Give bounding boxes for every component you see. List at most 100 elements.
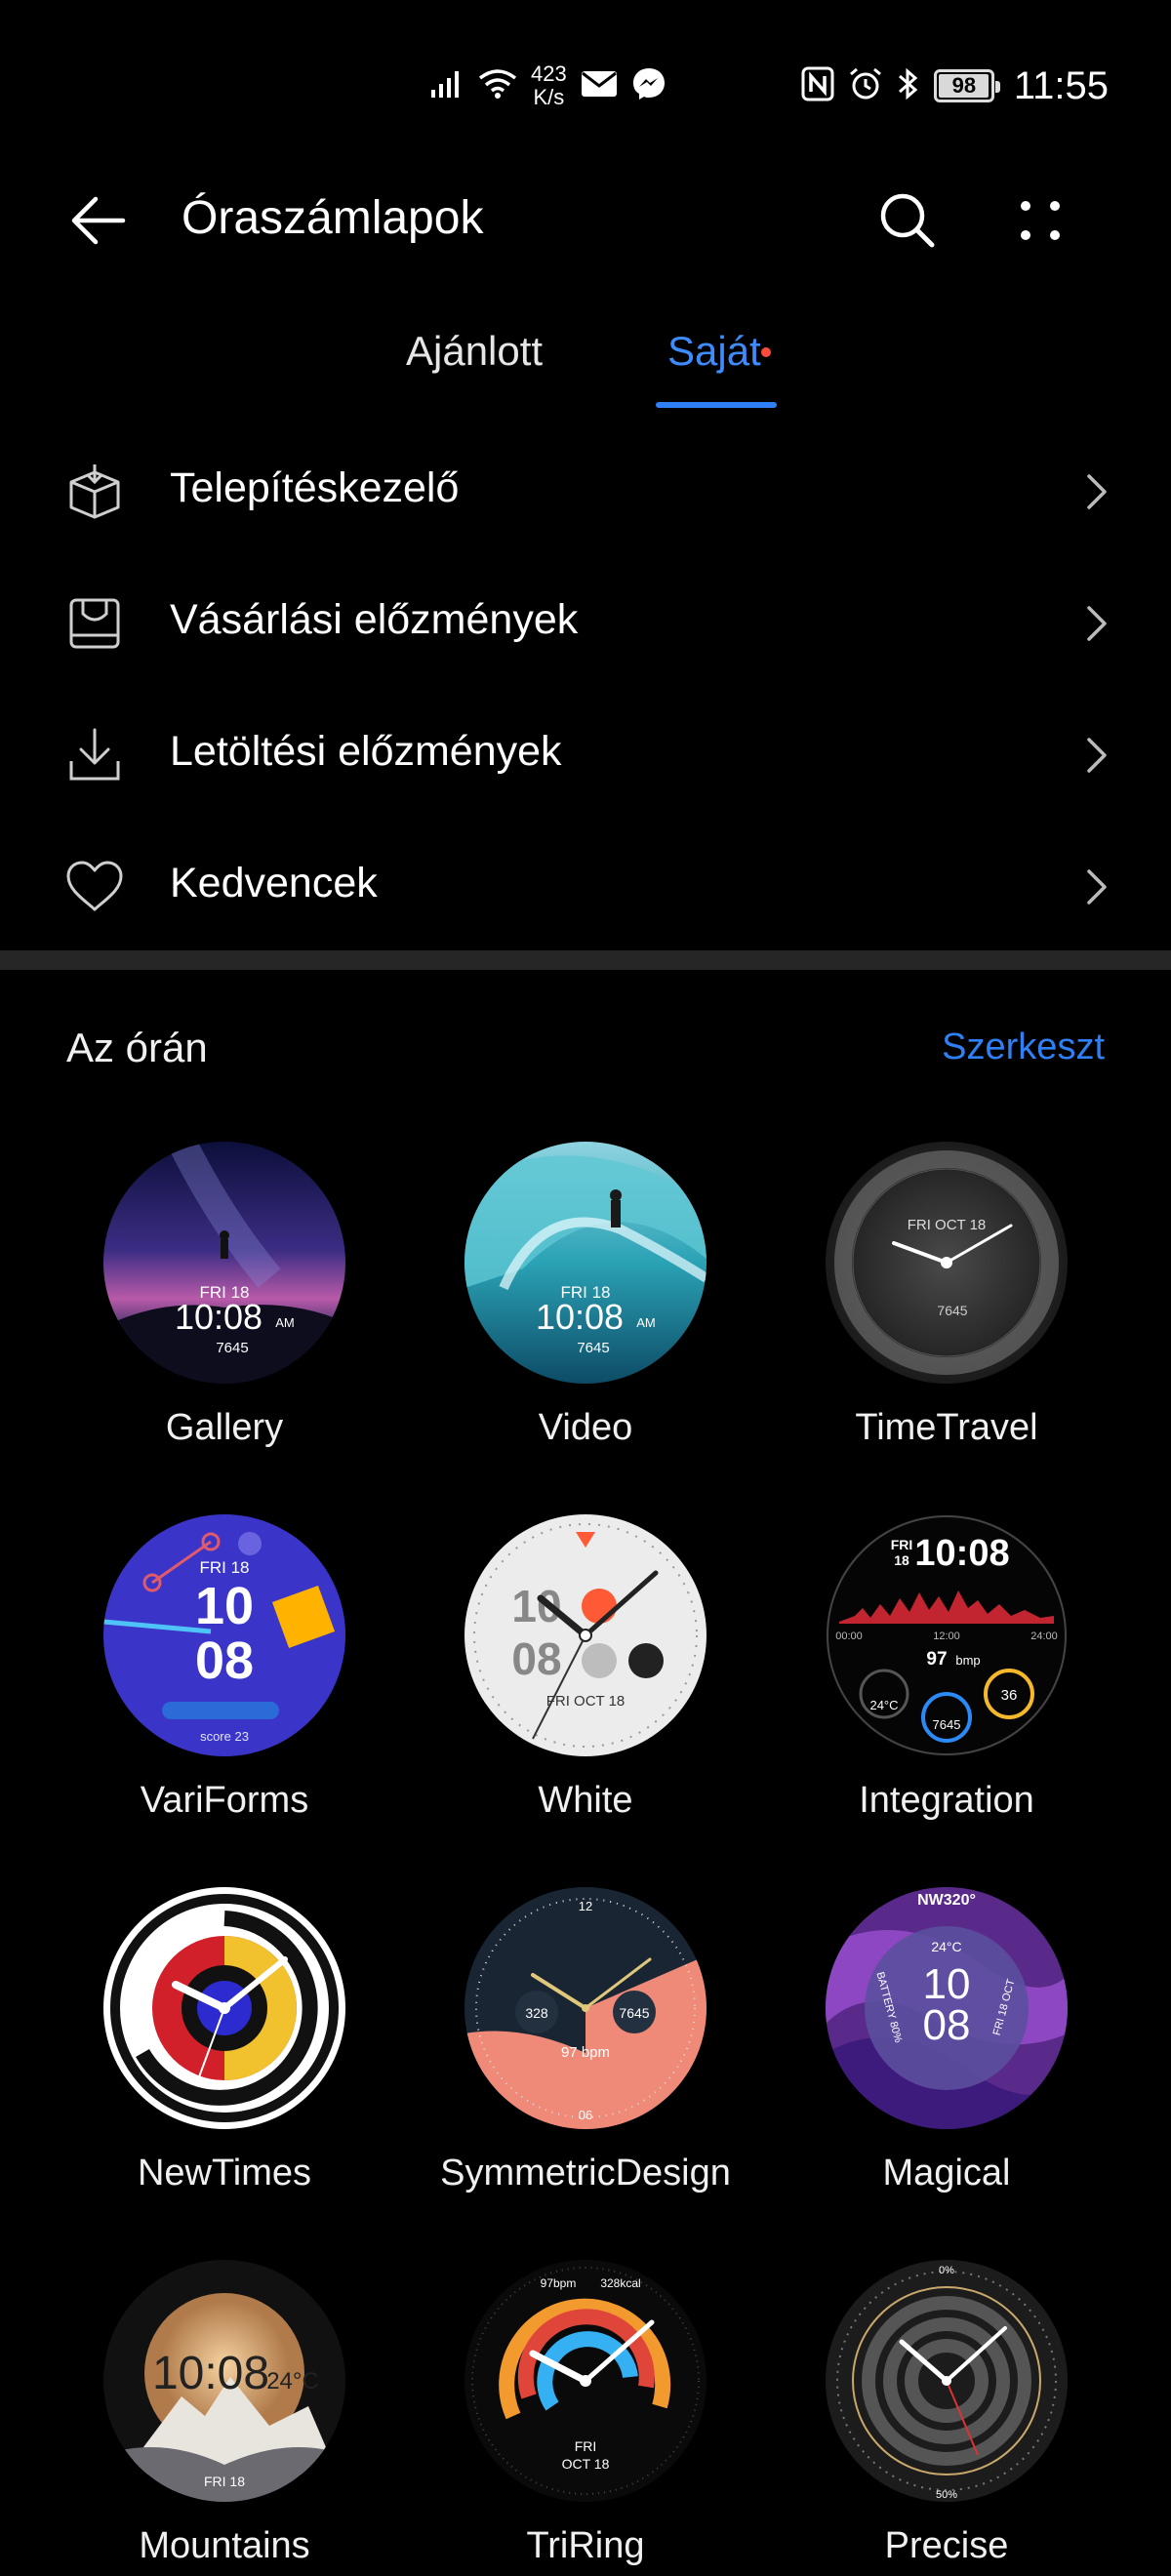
edit-button[interactable]: Szerkeszt	[942, 1026, 1105, 1068]
face-minute-text: 08	[923, 2001, 971, 2049]
watch-face-name: TimeTravel	[855, 1407, 1038, 1448]
status-bar: 423 K/s 98 11:55	[0, 0, 1171, 172]
active-tab-indicator	[656, 402, 777, 408]
watch-face-newtimes[interactable]: NewTimes	[78, 1887, 371, 2219]
menu-item-download-history[interactable]: Letöltési előzmények	[0, 689, 1171, 821]
chevron-right-icon	[1077, 600, 1116, 647]
face-number-text: 36	[1001, 1687, 1018, 1704]
face-bpm-text: 97bpm	[541, 2276, 577, 2290]
tab-recommended[interactable]: Ajánlott	[406, 328, 543, 406]
face-right-value: 7645	[619, 2005, 649, 2021]
watch-face-name: NewTimes	[137, 2153, 312, 2194]
watch-face-variforms[interactable]: FRI 18 10 08 score 23 VariForms	[78, 1514, 371, 1846]
face-time-text: 10:08	[152, 2348, 269, 2399]
face-left-value: 328	[525, 2005, 548, 2021]
back-button[interactable]	[61, 183, 135, 258]
face-steps-text: 7645	[933, 1717, 961, 1732]
watch-face-magical[interactable]: NW320° 24°C 10 08 BATTERY 80% FRI 18 OCT…	[800, 1887, 1093, 2219]
watch-face-triring[interactable]: 97bpm 328kcal FRI OCT 18 TriRing	[439, 2260, 732, 2576]
watch-face-name: Integration	[859, 1780, 1034, 1821]
battery-level-text: 98	[951, 73, 977, 98]
battery-indicator: 98	[933, 69, 1000, 102]
page-title: Óraszámlapok	[182, 192, 484, 244]
face-bpm-unit: bmp	[955, 1653, 980, 1668]
menu-item-install-manager[interactable]: Telepítéskezelő	[0, 425, 1171, 557]
app-header: Óraszámlapok	[0, 172, 1171, 265]
face-axis-start: 00:00	[835, 1630, 863, 1642]
watch-face-name: SymmetricDesign	[440, 2153, 731, 2194]
watch-face-thumbnail: 10 08 FRI OCT 18	[464, 1514, 707, 1756]
menu-label: Letöltési előzmények	[170, 728, 562, 775]
face-day-text: FRI 18	[199, 1558, 249, 1577]
watch-face-thumbnail: FRI 18 10:08 00:00 12:00 24:00 97 bmp 24…	[826, 1514, 1068, 1756]
face-bottom-percent: 50%	[936, 2489, 957, 2501]
watch-face-name: Video	[538, 1407, 633, 1448]
watch-face-thumbnail: FRI 18 10:08 AM 7645	[103, 1142, 345, 1384]
watch-face-timetravel[interactable]: FRI OCT 18 7645 TimeTravel	[800, 1142, 1093, 1473]
menu-list: Telepítéskezelő Vásárlási előzmények Let…	[0, 425, 1171, 952]
chevron-right-icon	[1077, 864, 1116, 910]
watch-face-precise[interactable]: 0% 50% Precise	[800, 2260, 1093, 2576]
status-left: 423 K/s	[429, 57, 666, 115]
face-bottom-numeral: 06	[579, 2108, 592, 2122]
watch-face-name: White	[538, 1780, 633, 1821]
mail-icon	[581, 69, 618, 103]
watch-face-thumbnail: FRI 18 10:08 AM 7645	[464, 1142, 707, 1384]
section-title-on-watch: Az órán	[66, 1025, 208, 1070]
face-axis-end: 24:00	[1030, 1630, 1058, 1642]
face-date-text: FRI OCT 18	[546, 1693, 626, 1710]
face-ampm-text: AM	[636, 1315, 656, 1330]
face-compass-text: NW320°	[917, 1892, 976, 1909]
status-right: 98 11:55	[801, 57, 1109, 115]
more-options-button[interactable]	[1001, 183, 1079, 258]
face-bpm-text: 97 bpm	[561, 2044, 610, 2061]
watch-face-gallery[interactable]: FRI 18 10:08 AM 7645 Gallery	[78, 1142, 371, 1473]
watch-face-thumbnail: 97bpm 328kcal FRI OCT 18	[464, 2260, 707, 2502]
face-hour-text: 10	[195, 1577, 254, 1635]
watch-face-integration[interactable]: FRI 18 10:08 00:00 12:00 24:00 97 bmp 24…	[800, 1514, 1093, 1846]
alarm-icon	[848, 66, 883, 106]
menu-label: Vásárlási előzmények	[170, 596, 579, 643]
watch-face-name: Mountains	[139, 2525, 310, 2566]
face-minute-text: 08	[195, 1631, 254, 1690]
face-time-text: 10:08	[914, 1533, 1009, 1574]
tab-mine[interactable]: Saját	[667, 328, 771, 406]
back-arrow-icon	[71, 196, 126, 245]
face-ampm-text: AM	[275, 1315, 295, 1330]
search-button[interactable]	[868, 183, 947, 258]
tab-recommended-label: Ajánlott	[406, 328, 544, 374]
face-temp-text: 24°C	[869, 1698, 898, 1712]
watch-face-symmetricdesign[interactable]: 12 06 328 7645 97 bpm SymmetricDesign	[439, 1887, 732, 2219]
menu-item-purchase-history[interactable]: Vásárlási előzmények	[0, 557, 1171, 689]
watch-face-name: VariForms	[140, 1780, 309, 1821]
watch-face-name: Magical	[882, 2153, 1011, 2194]
face-date-text: 18	[894, 1552, 909, 1568]
face-steps-text: 7645	[577, 1340, 609, 1356]
tab-mine-label: Saját	[667, 328, 761, 374]
messenger-icon	[631, 66, 666, 106]
tab-bar: Ajánlott Saját	[0, 312, 1171, 420]
chevron-right-icon	[1077, 468, 1116, 515]
face-axis-mid: 12:00	[933, 1630, 960, 1642]
watch-face-white[interactable]: 10 08 FRI OCT 18 White	[439, 1514, 732, 1846]
face-date-text: FRI 18	[204, 2474, 245, 2489]
face-date-text: OCT 18	[562, 2456, 610, 2472]
face-time-text: 10:08	[175, 1297, 262, 1337]
download-history-icon	[62, 724, 127, 786]
face-score-text: score 23	[200, 1729, 249, 1744]
signal-icon	[429, 68, 464, 104]
face-minute-text: 08	[511, 1633, 561, 1684]
watch-face-thumbnail: FRI OCT 18 7645	[826, 1142, 1068, 1384]
watch-face-thumbnail: 0% 50%	[826, 2260, 1068, 2502]
watch-face-mountains[interactable]: 10:08 24°C FRI 18 Mountains	[78, 2260, 371, 2576]
bluetooth-icon	[897, 66, 920, 106]
menu-item-favorites[interactable]: Kedvencek	[0, 821, 1171, 952]
face-steps-text: 7645	[937, 1303, 967, 1318]
watch-face-video[interactable]: FRI 18 10:08 AM 7645 Video	[439, 1142, 732, 1473]
search-icon	[880, 193, 935, 248]
face-date-text: FRI OCT 18	[908, 1217, 987, 1233]
face-temp-text: 24°C	[931, 1939, 961, 1954]
wifi-icon	[478, 68, 517, 104]
face-time-text: 10:08	[536, 1297, 624, 1337]
face-bpm-text: 97	[926, 1649, 947, 1670]
